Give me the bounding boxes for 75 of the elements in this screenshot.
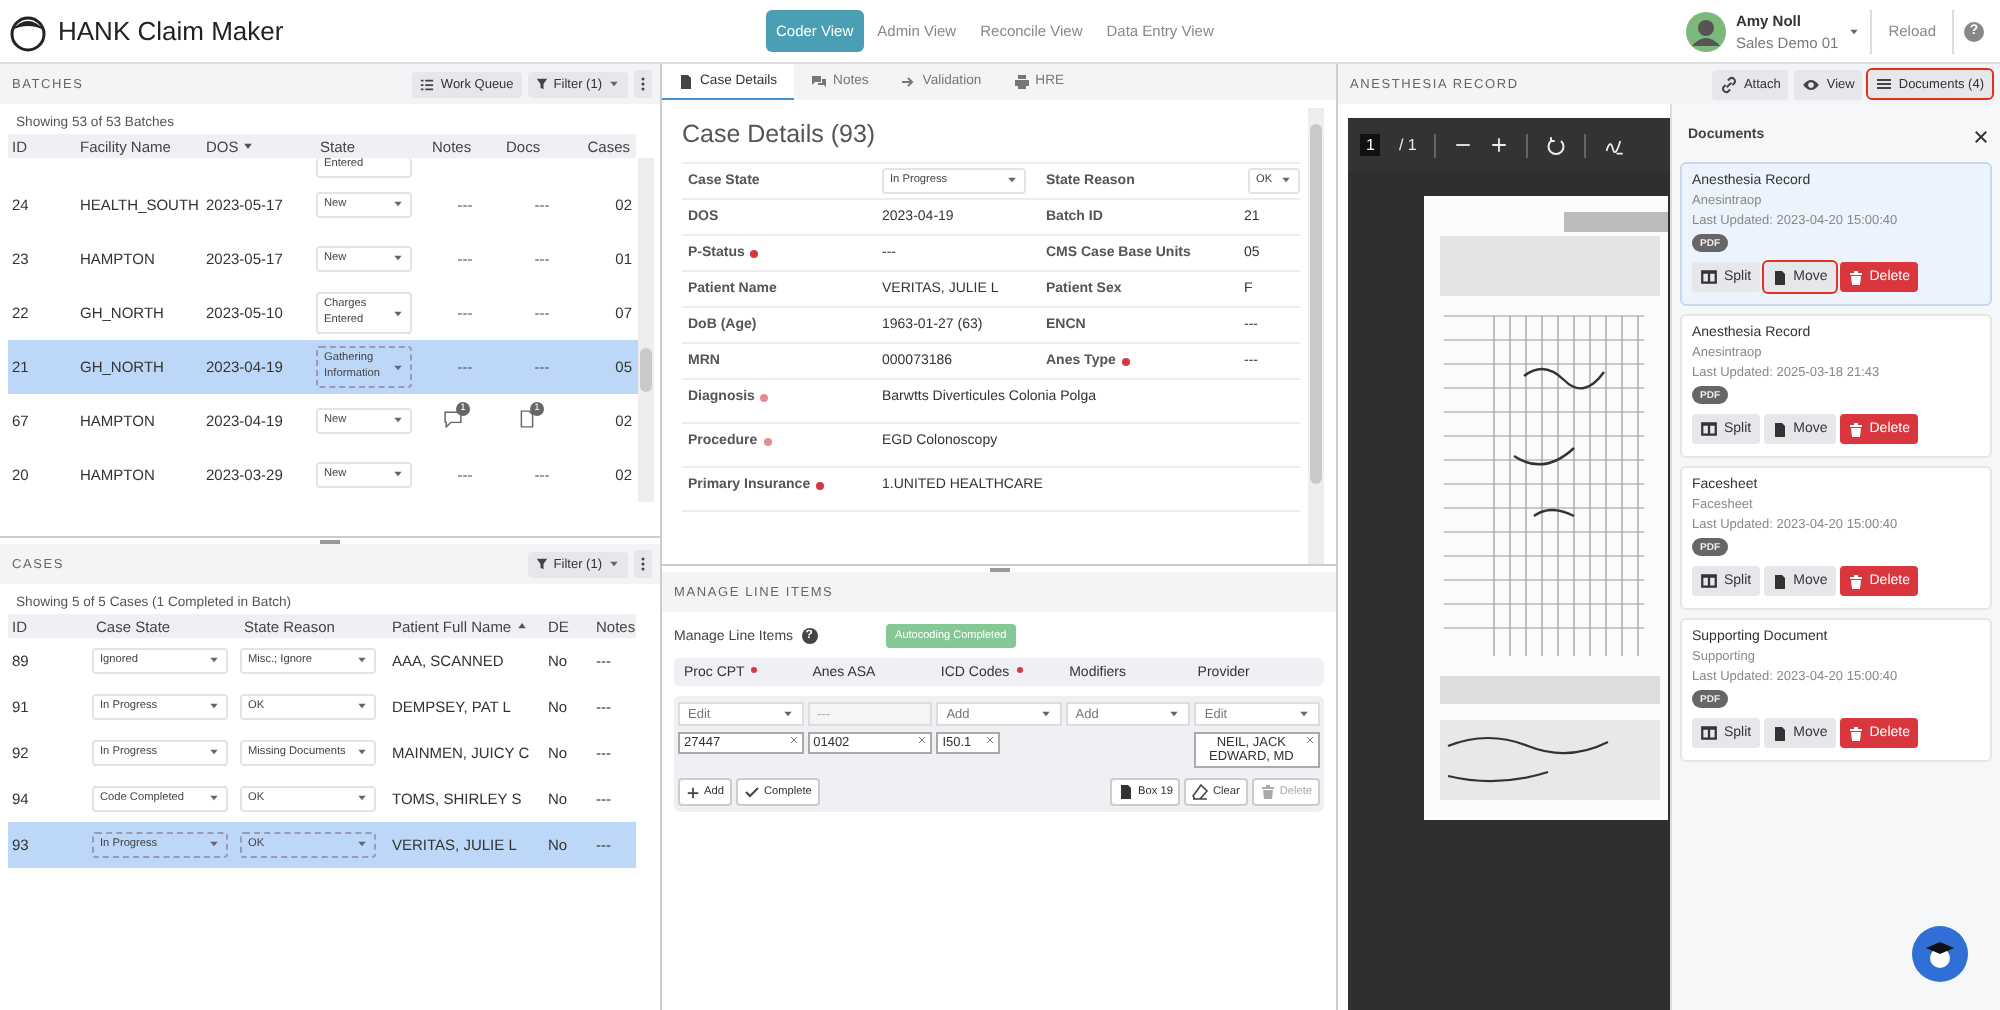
columns-icon <box>1700 724 1718 742</box>
file-icon <box>1118 784 1135 800</box>
draw-icon[interactable] <box>1604 135 1625 155</box>
page-field[interactable]: 1 <box>1360 134 1381 156</box>
caret-icon <box>208 700 220 713</box>
app-title: HANK Claim Maker <box>58 16 284 46</box>
caret-icon <box>356 700 368 713</box>
rotate-icon[interactable] <box>1546 135 1567 155</box>
kebab-icon <box>638 76 648 92</box>
caret-icon <box>608 558 620 570</box>
caret-icon <box>392 307 404 319</box>
caret-icon <box>392 361 404 373</box>
caret-icon <box>208 746 220 759</box>
caret-icon <box>356 654 368 667</box>
trash-icon <box>1847 269 1864 285</box>
caret-icon <box>208 838 220 851</box>
remove-icon[interactable] <box>918 736 927 744</box>
trash-icon <box>1847 573 1864 589</box>
caret-icon <box>356 746 368 759</box>
columns-icon <box>1700 268 1718 286</box>
caret-icon <box>392 198 404 211</box>
caret-icon <box>208 654 220 667</box>
eraser-icon <box>1192 784 1209 800</box>
caret-icon <box>392 468 404 481</box>
link-icon <box>1719 75 1738 93</box>
more-button[interactable] <box>634 70 652 98</box>
section-title: Case Details (93) <box>682 108 1300 164</box>
file-icon[interactable] <box>518 410 536 429</box>
kebab-icon <box>638 556 648 572</box>
caret-icon <box>392 414 404 427</box>
arrow-icon <box>900 73 917 89</box>
filter-icon <box>535 78 548 90</box>
more-button[interactable] <box>634 550 652 578</box>
columns-icon <box>1700 420 1718 438</box>
caret-icon <box>1168 708 1181 720</box>
menu-icon <box>1876 76 1893 92</box>
filter-icon <box>535 558 548 570</box>
caret-icon <box>1848 25 1861 37</box>
file-icon <box>1771 573 1788 589</box>
remove-icon[interactable] <box>1305 736 1314 744</box>
scrollbar[interactable] <box>638 158 654 502</box>
page-count: / 1 <box>1398 136 1417 154</box>
plus-icon <box>686 785 700 799</box>
printer-icon <box>1013 73 1030 89</box>
scrollbar[interactable] <box>1308 108 1324 564</box>
trash-icon <box>1847 725 1864 741</box>
check-icon <box>743 784 760 800</box>
avatar-icon[interactable] <box>1685 11 1726 51</box>
comments-icon <box>809 73 828 89</box>
caret-icon <box>1280 174 1292 187</box>
caret-icon <box>356 838 368 851</box>
remove-icon[interactable] <box>789 736 798 744</box>
caret-icon <box>392 252 404 265</box>
caret-icon <box>781 708 794 720</box>
file-icon <box>678 73 694 89</box>
file-icon <box>1771 269 1788 285</box>
remove-icon[interactable] <box>986 736 995 744</box>
caret-icon <box>1039 708 1052 720</box>
caret-icon <box>1297 708 1310 720</box>
logo-icon <box>8 11 48 51</box>
caret-icon <box>608 78 620 90</box>
file-icon <box>1771 421 1788 437</box>
caret-icon <box>356 792 368 805</box>
trash-icon <box>1259 784 1276 800</box>
graduation-cap-icon <box>1924 938 1956 970</box>
file-icon <box>1771 725 1788 741</box>
list-icon <box>420 77 435 91</box>
caret-icon <box>1006 174 1018 187</box>
caret-icon <box>208 792 220 805</box>
zoom-in-icon[interactable] <box>1490 136 1509 154</box>
comment-icon[interactable] <box>444 410 462 429</box>
close-icon[interactable] <box>1974 129 1988 144</box>
eye-icon <box>1802 75 1821 93</box>
trash-icon <box>1847 421 1864 437</box>
columns-icon <box>1700 572 1718 590</box>
